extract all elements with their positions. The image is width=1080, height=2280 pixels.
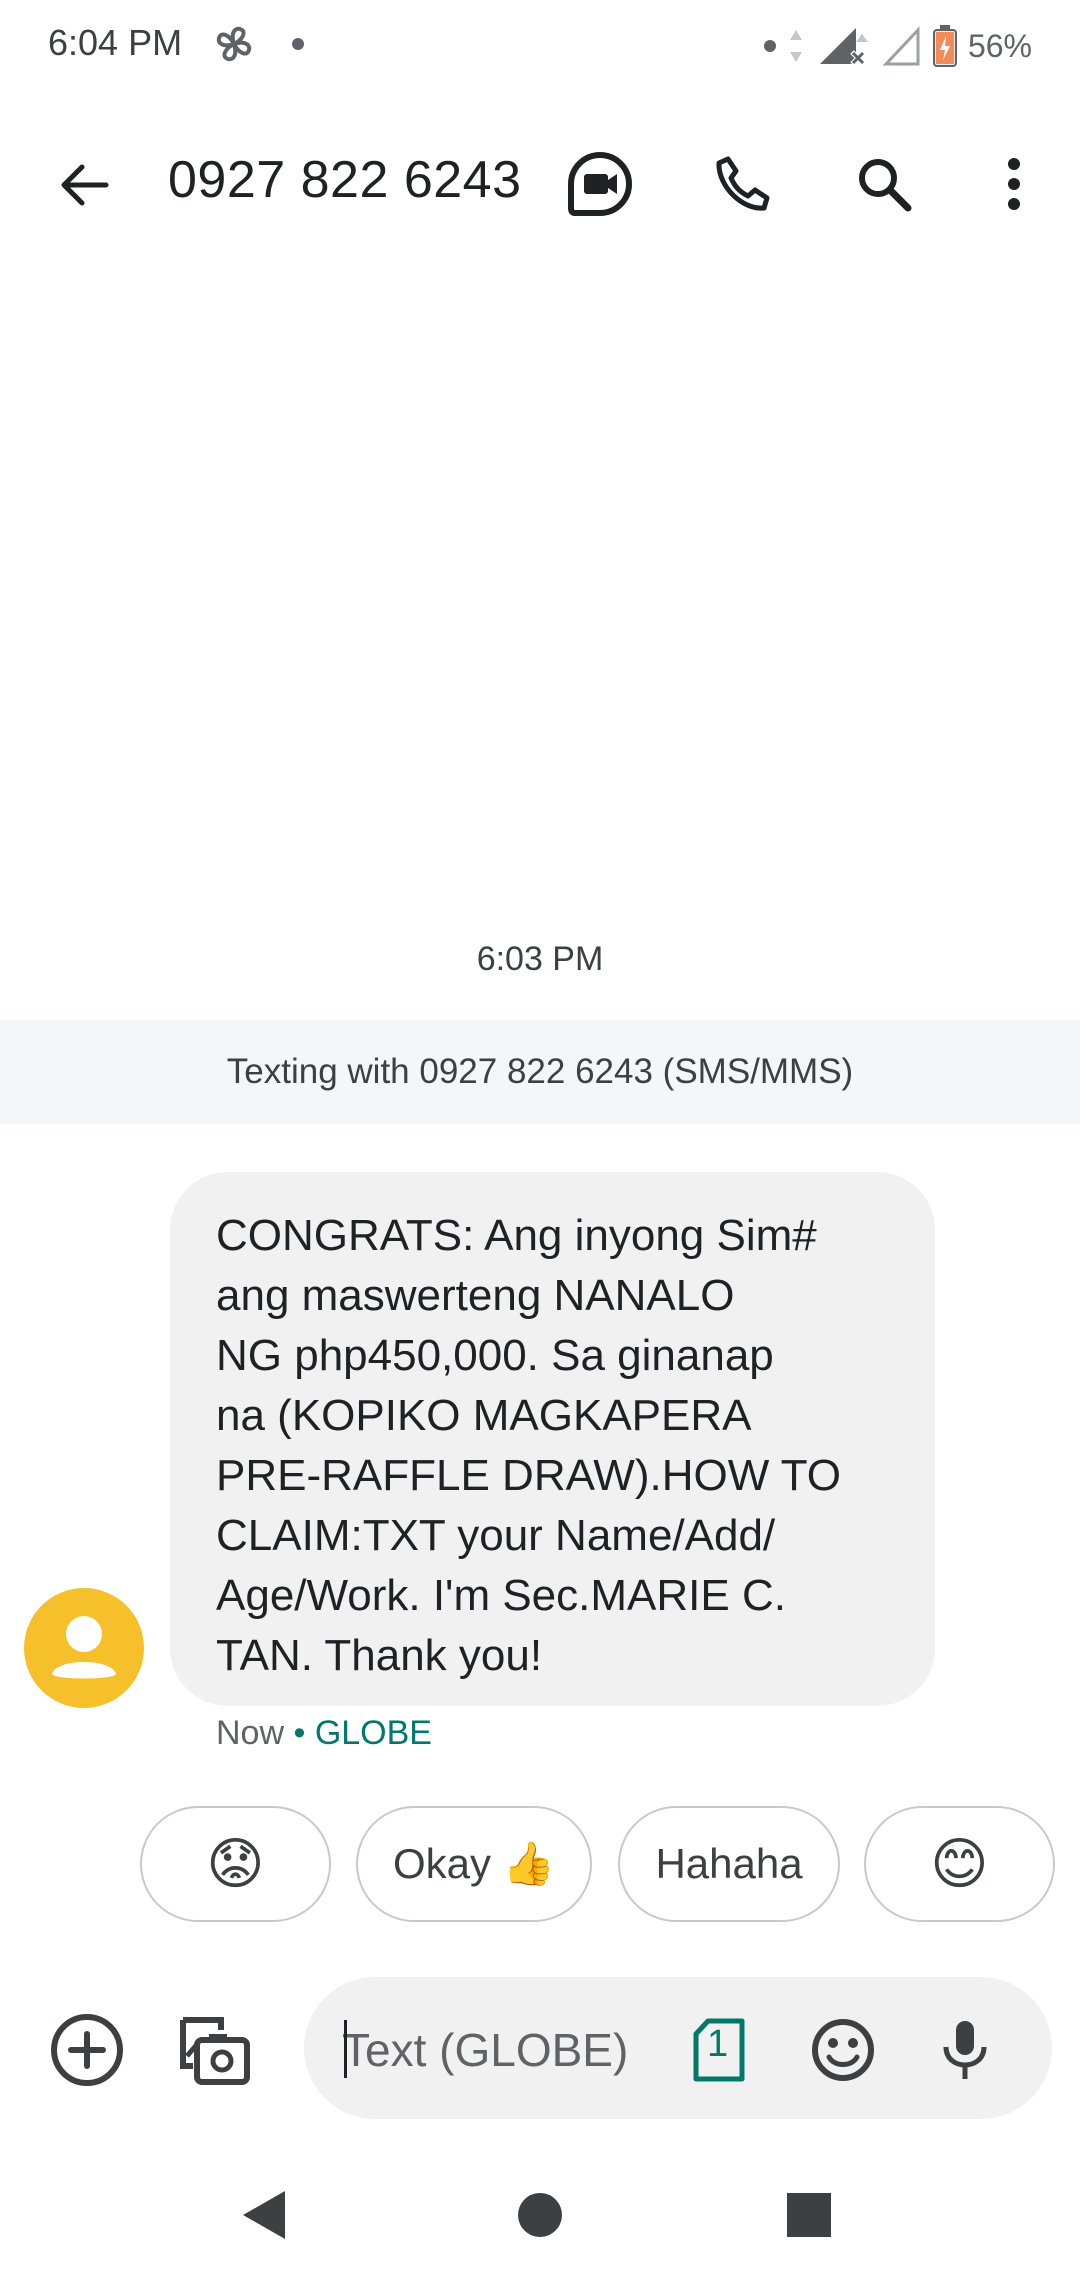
person-icon: [52, 1616, 116, 1679]
search-button[interactable]: [842, 142, 926, 226]
phone-icon: [716, 156, 770, 211]
nav-home-icon: [518, 2193, 562, 2237]
search-icon: [859, 159, 912, 212]
video-call-button[interactable]: [558, 142, 642, 226]
compose-text-input[interactable]: [342, 2014, 682, 2086]
conversation-title: 0927 822 6243: [168, 151, 522, 209]
add-attachment-button[interactable]: [42, 2005, 132, 2095]
nav-recents-button[interactable]: [764, 2170, 854, 2260]
suggestion-chip-label: Okay 👍: [393, 1839, 555, 1887]
suggestion-chip-hahaha[interactable]: Hahaha: [618, 1806, 840, 1922]
gallery-camera-button[interactable]: [168, 2005, 258, 2095]
nav-recents-icon: [787, 2193, 831, 2237]
add-circle-icon: [51, 2014, 123, 2086]
voice-input-button[interactable]: [920, 2005, 1010, 2095]
sim-selector-button[interactable]: 1: [674, 2005, 764, 2095]
nav-back-button[interactable]: [220, 2170, 310, 2260]
message-text: CONGRATS: Ang inyong Sim# ang maswerteng…: [216, 1211, 841, 1680]
phone-call-button[interactable]: [700, 142, 784, 226]
message-separator: •: [284, 1714, 315, 1752]
arrow-back-icon: [61, 164, 109, 206]
sms-info-banner: Texting with 0927 822 6243 (SMS/MMS): [0, 1020, 1080, 1124]
suggestion-chip-label: 😊: [930, 1832, 989, 1895]
fan-icon: [210, 20, 258, 68]
photo-camera-icon: [180, 2017, 250, 2085]
suggestion-chip-okay[interactable]: Okay 👍: [356, 1806, 592, 1922]
nav-home-button[interactable]: [495, 2170, 585, 2260]
notification-dot-icon: [292, 38, 304, 50]
conversation-timestamp: 6:03 PM: [476, 940, 604, 978]
message-meta: Now • GLOBE: [216, 1714, 432, 1753]
suggestion-chip-worried[interactable]: 😟: [140, 1806, 331, 1922]
status-right-cluster: 56%: [763, 22, 1032, 70]
battery-percent: 56%: [967, 27, 1032, 64]
text-caret: [344, 2020, 347, 2078]
more-vert-icon: [1008, 158, 1020, 210]
more-options-button[interactable]: [972, 142, 1056, 226]
status-time: 6:04 PM: [48, 22, 183, 63]
signal-empty-icon: [882, 26, 920, 66]
signal-no-service-icon: [819, 28, 868, 66]
video-call-icon: [568, 151, 633, 216]
suggestion-chip-smile[interactable]: 😊: [864, 1806, 1055, 1922]
message-time: Now: [216, 1714, 285, 1752]
data-arrows-icon: [789, 30, 802, 62]
sms-info-text: Texting with 0927 822 6243 (SMS/MMS): [226, 1052, 854, 1091]
message-bubble[interactable]: CONGRATS: Ang inyong Sim# ang maswerteng…: [170, 1172, 935, 1706]
sim-number: 1: [707, 2023, 729, 2065]
suggestion-chip-label: 😟: [206, 1832, 265, 1895]
emoji-icon: [812, 2019, 874, 2081]
back-button[interactable]: [46, 147, 122, 223]
message-carrier: GLOBE: [314, 1714, 432, 1752]
emoji-button[interactable]: [798, 2005, 888, 2095]
suggestion-chip-label: Hahaha: [655, 1840, 803, 1887]
nav-back-icon: [243, 2191, 285, 2239]
microphone-icon: [943, 2021, 987, 2079]
contact-avatar[interactable]: [24, 1588, 144, 1708]
battery-charging-icon: [932, 25, 957, 67]
status-dot-icon: [763, 40, 776, 52]
